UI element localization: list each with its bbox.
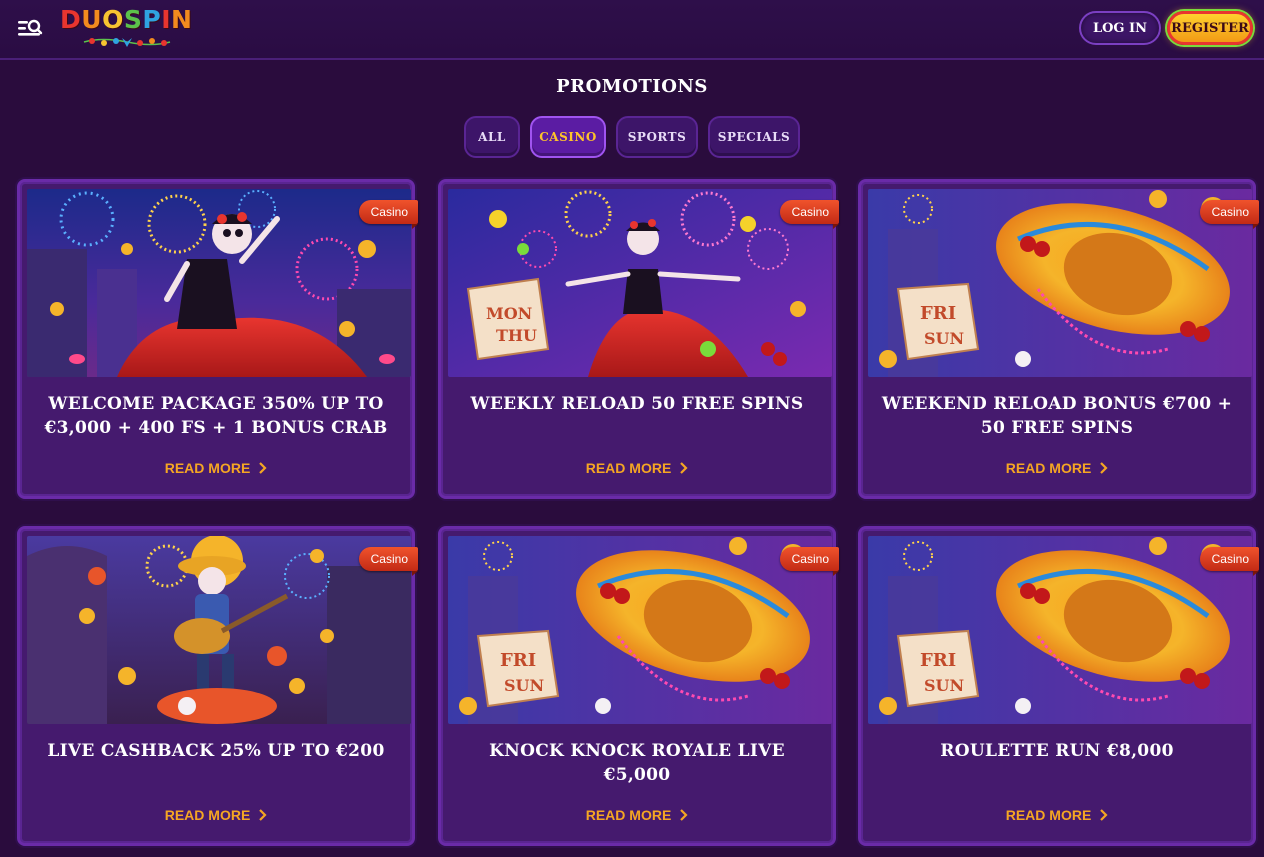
- chevron-right-icon: [1100, 462, 1108, 474]
- chevron-right-icon: [259, 809, 267, 821]
- svg-text:MON: MON: [486, 304, 532, 323]
- register-button[interactable]: REGISTER: [1167, 11, 1253, 45]
- promo-title: WEEKLY RELOAD 50 FREE SPINS: [470, 394, 804, 414]
- promo-image-dancer-mon-thu: MON THU: [448, 189, 832, 377]
- promo-title: KNOCK KNOCK ROYALE LIVE €5,000: [489, 741, 785, 785]
- svg-text:FRI: FRI: [920, 303, 956, 324]
- promo-image-sombrero-fri-sun: FRI SUN: [868, 189, 1252, 377]
- svg-text:SUN: SUN: [504, 676, 544, 695]
- promotion-filter-tabs: ALL CASINO SPORTS SPECIALS: [0, 116, 1264, 160]
- menu-search-icon[interactable]: [16, 16, 44, 42]
- brand-logo[interactable]: DUOSPIN: [60, 6, 200, 50]
- promo-card[interactable]: FRI SUN Casino ROULETTE RUN €8,000 READ …: [858, 526, 1260, 846]
- promo-card[interactable]: Casino WELCOME PACKAGE 350% UP TO €3,000…: [17, 179, 419, 499]
- chevron-right-icon: [259, 462, 267, 474]
- tab-specials[interactable]: SPECIALS: [708, 116, 800, 158]
- promo-image-sombrero-fri-sun: FRI SUN: [868, 536, 1252, 724]
- tab-casino[interactable]: CASINO: [530, 116, 606, 158]
- read-more-link[interactable]: READ MORE: [861, 807, 1253, 823]
- svg-text:SUN: SUN: [924, 329, 964, 348]
- category-badge: Casino: [358, 547, 419, 576]
- category-badge: Casino: [358, 200, 419, 229]
- promo-title: ROULETTE RUN €8,000: [940, 741, 1174, 761]
- read-more-label: READ MORE: [585, 460, 672, 476]
- page-title: PROMOTIONS: [556, 76, 708, 97]
- promo-card[interactable]: FRI SUN Casino KNOCK KNOCK ROYALE LIVE €…: [438, 526, 840, 846]
- read-more-label: READ MORE: [164, 460, 251, 476]
- logo-wordmark: DUOSPIN: [60, 5, 193, 34]
- read-more-link[interactable]: READ MORE: [20, 807, 412, 823]
- promo-title: LIVE CASHBACK 25% UP TO €200: [47, 741, 385, 761]
- category-badge: Casino: [779, 200, 840, 229]
- read-more-link[interactable]: READ MORE: [441, 807, 833, 823]
- read-more-label: READ MORE: [164, 807, 251, 823]
- read-more-link[interactable]: READ MORE: [441, 460, 833, 476]
- login-button[interactable]: LOG IN: [1079, 11, 1161, 45]
- tab-all[interactable]: ALL: [464, 116, 520, 158]
- category-badge: Casino: [1199, 547, 1260, 576]
- tab-sports[interactable]: SPORTS: [616, 116, 698, 158]
- read-more-label: READ MORE: [1005, 807, 1092, 823]
- read-more-label: READ MORE: [585, 807, 672, 823]
- promo-title: WEEKEND RELOAD BONUS €700 + 50 FREE SPIN…: [881, 394, 1233, 438]
- svg-text:SUN: SUN: [924, 676, 964, 695]
- chevron-right-icon: [680, 462, 688, 474]
- top-header: DUOSPIN LOG IN REGISTER: [0, 0, 1264, 60]
- promo-image-dancer-fireworks: [27, 189, 411, 377]
- svg-text:FRI: FRI: [500, 650, 536, 671]
- chevron-right-icon: [680, 809, 688, 821]
- category-badge: Casino: [779, 547, 840, 576]
- promo-image-guitarist: [27, 536, 411, 724]
- promo-card[interactable]: Casino LIVE CASHBACK 25% UP TO €200 READ…: [17, 526, 419, 846]
- read-more-link[interactable]: READ MORE: [861, 460, 1253, 476]
- chevron-right-icon: [1100, 809, 1108, 821]
- svg-text:THU: THU: [496, 326, 537, 345]
- promo-card[interactable]: MON THU Casino WEEKLY RELOAD 50 FREE SPI…: [438, 179, 840, 499]
- read-more-label: READ MORE: [1005, 460, 1092, 476]
- svg-text:FRI: FRI: [920, 650, 956, 671]
- promo-card[interactable]: FRI SUN Casino WEEKEND RELOAD BONUS €700…: [858, 179, 1260, 499]
- logo-flowers-icon: [83, 38, 171, 47]
- category-badge: Casino: [1199, 200, 1260, 229]
- promo-image-sombrero-fri-sun: FRI SUN: [448, 536, 832, 724]
- read-more-link[interactable]: READ MORE: [20, 460, 412, 476]
- promo-title: WELCOME PACKAGE 350% UP TO €3,000 + 400 …: [44, 394, 388, 438]
